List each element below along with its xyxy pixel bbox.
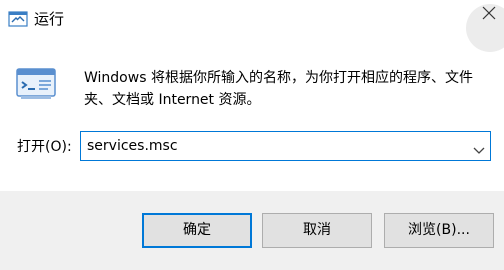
open-combobox[interactable]: services.msc bbox=[80, 131, 491, 161]
description-text: Windows 将根据你所输入的名称，为你打开相应的程序、文件夹、文档或 Int… bbox=[84, 70, 473, 108]
open-label: 打开(O): bbox=[17, 139, 72, 155]
ok-button[interactable]: 确定 bbox=[142, 213, 252, 248]
window-title: 运行 bbox=[34, 10, 65, 28]
chevron-down-icon[interactable] bbox=[472, 141, 486, 154]
open-input[interactable]: services.msc bbox=[87, 137, 178, 155]
run-dialog-icon bbox=[15, 66, 57, 102]
button-bar: 确定 取消 浏览(B)... bbox=[0, 191, 504, 270]
close-button[interactable] bbox=[462, 0, 504, 52]
cancel-button[interactable]: 取消 bbox=[262, 213, 372, 248]
browse-button[interactable]: 浏览(B)... bbox=[384, 213, 494, 248]
title-bar: 运行 bbox=[0, 0, 504, 52]
run-icon bbox=[8, 11, 28, 27]
close-icon bbox=[479, 3, 499, 23]
run-dialog: 运行 Windows 将根据你所输入的名称，为你打开相应的程序、文件夹、文档或 … bbox=[0, 0, 504, 270]
